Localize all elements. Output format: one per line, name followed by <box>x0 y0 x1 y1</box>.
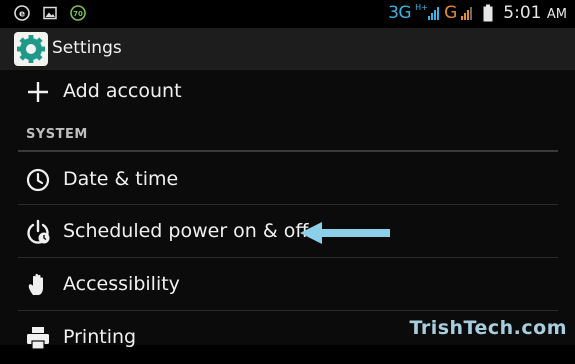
watermark: TrishTech.com <box>409 317 567 339</box>
settings-list: Add account SYSTEM Date & time Scheduled… <box>0 70 575 350</box>
date-time-item[interactable]: Date & time <box>18 154 558 206</box>
printer-icon <box>27 327 49 350</box>
signal-bars-icon <box>428 7 440 20</box>
section-divider <box>18 150 558 152</box>
status-bar: e 70 3G H+ G 5:01 AM <box>0 0 575 28</box>
battery-icon <box>483 4 493 22</box>
clock: 5:01 AM <box>503 3 567 23</box>
svg-text:70: 70 <box>73 10 83 18</box>
e-notification-icon: e <box>14 5 30 21</box>
settings-gear-icon[interactable] <box>14 32 48 66</box>
action-bar: Settings <box>0 28 575 70</box>
annotation-arrow-icon <box>300 222 390 244</box>
divider <box>18 204 558 205</box>
accessibility-item[interactable]: Accessibility <box>18 259 558 311</box>
date-time-label: Date & time <box>63 168 179 190</box>
status-indicators: 3G H+ G 5:01 AM <box>388 3 567 23</box>
network-3g-label: 3G <box>388 3 412 23</box>
power-clock-icon <box>27 219 50 244</box>
divider <box>18 257 558 258</box>
network-g-label: G <box>444 3 458 23</box>
page-title: Settings <box>52 38 122 58</box>
network-hplus-label: H+ <box>415 3 428 12</box>
divider <box>18 310 558 311</box>
scheduled-power-label: Scheduled power on & off <box>63 220 309 242</box>
image-notification-icon <box>43 6 57 20</box>
badge-70-icon: 70 <box>70 5 86 21</box>
signal-bars-secondary-icon <box>461 7 473 20</box>
add-account-item[interactable]: Add account <box>18 70 558 122</box>
svg-text:e: e <box>19 10 25 20</box>
notification-icons: e 70 <box>14 5 86 21</box>
plus-icon <box>28 82 48 102</box>
scheduled-power-item[interactable]: Scheduled power on & off <box>18 206 558 258</box>
section-header-system: SYSTEM <box>26 127 88 142</box>
clock-icon <box>26 168 50 192</box>
add-account-label: Add account <box>63 80 182 102</box>
accessibility-label: Accessibility <box>63 273 180 295</box>
hand-icon <box>28 273 43 295</box>
